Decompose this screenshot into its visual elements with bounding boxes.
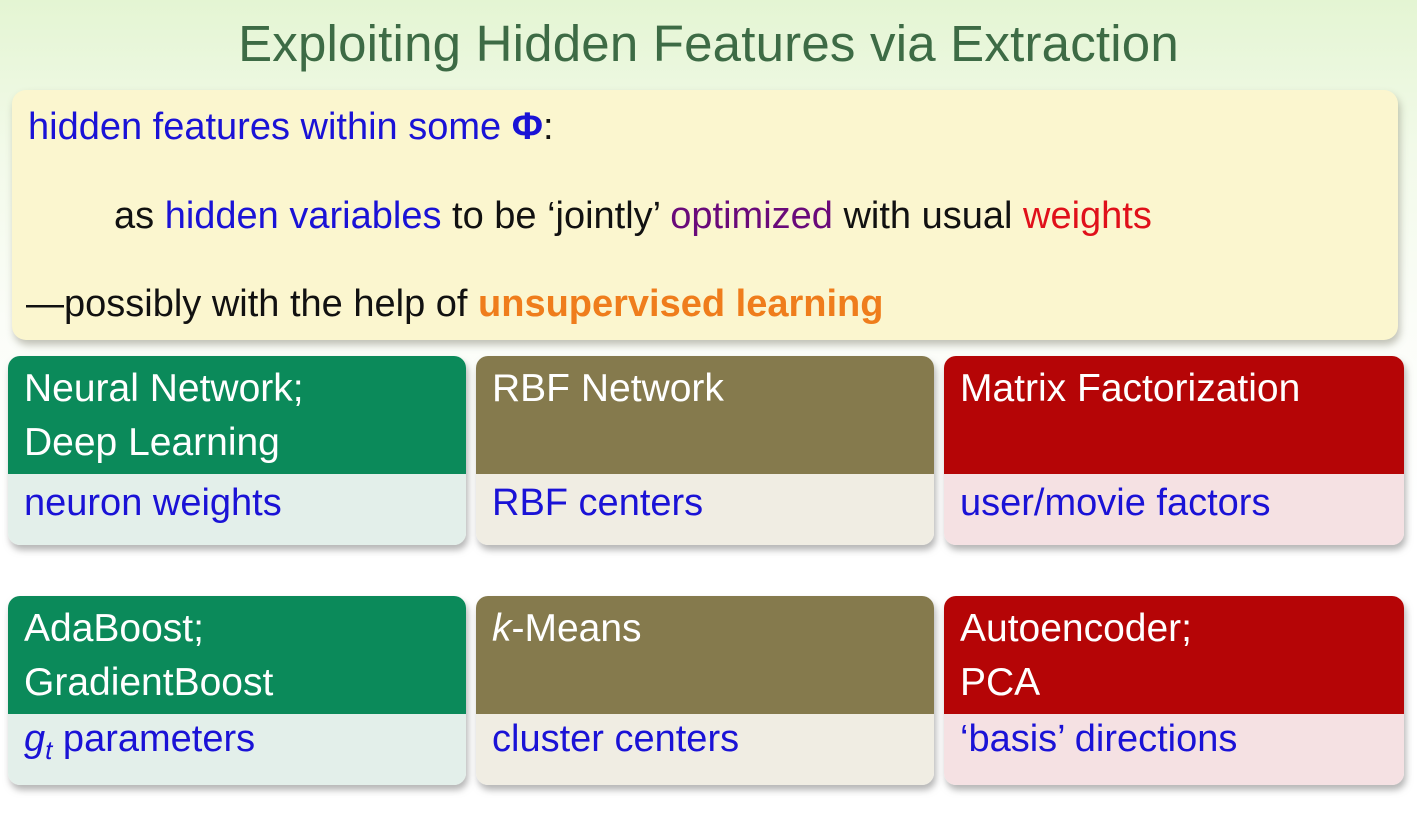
card-rbf-network-feature: RBF centers	[476, 474, 934, 545]
card-matrix-factorization: Matrix Factorization user/movie factors	[944, 356, 1404, 545]
k-symbol: k	[492, 607, 512, 650]
note-weights-text: weights	[1023, 195, 1152, 237]
note-line-hidden-features: hidden features within some Φ:	[28, 106, 554, 149]
card-neural-network-feature: neuron weights	[8, 474, 466, 545]
phi-symbol: Φ	[511, 106, 543, 148]
card-adaboost-title-line2: GradientBoost	[24, 661, 274, 704]
card-k-means-title-text: -Means	[511, 607, 642, 650]
note-hidden-features-text: hidden features within some	[28, 106, 512, 148]
card-neural-network: Neural Network; Deep Learning neuron wei…	[8, 356, 466, 545]
card-k-means-title: k-Means	[476, 596, 934, 714]
note-with-usual-text: with usual	[832, 195, 1024, 237]
card-matrix-factorization-title-line1: Matrix Factorization	[960, 367, 1301, 410]
note-hidden-variables-text: hidden variables	[164, 195, 442, 237]
note-optimized-text: optimized	[670, 195, 833, 237]
hidden-features-note: hidden features within some Φ: as hidden…	[12, 90, 1398, 340]
note-line-hidden-variables: as hidden variables to be ‘jointly’ opti…	[114, 195, 1152, 238]
card-adaboost-feature-text: parameters	[52, 718, 256, 760]
card-adaboost: AdaBoost; GradientBoost gt parameters	[8, 596, 466, 785]
slide-title: Exploiting Hidden Features via Extractio…	[238, 15, 1179, 72]
card-adaboost-feature: gt parameters	[8, 714, 466, 785]
card-rbf-network: RBF Network RBF centers	[476, 356, 934, 545]
card-neural-network-title: Neural Network; Deep Learning	[8, 356, 466, 474]
note-to-be-jointly-text: to be ‘jointly’	[441, 195, 671, 237]
card-autoencoder-feature: ‘basis’ directions	[944, 714, 1404, 785]
note-possibly-text: —possibly with the help of	[26, 283, 479, 325]
card-autoencoder: Autoencoder; PCA ‘basis’ directions	[944, 596, 1404, 785]
g-symbol: g	[24, 718, 46, 760]
card-autoencoder-title: Autoencoder; PCA	[944, 596, 1404, 714]
card-autoencoder-title-line2: PCA	[960, 661, 1041, 704]
note-line-unsupervised: —possibly with the help of unsupervised …	[26, 283, 883, 326]
card-rbf-network-title-line1: RBF Network	[492, 367, 724, 410]
card-neural-network-title-line2: Deep Learning	[24, 421, 280, 464]
card-k-means-title-line1: k-Means	[492, 602, 934, 656]
card-adaboost-title: AdaBoost; GradientBoost	[8, 596, 466, 714]
card-k-means: k-Means cluster centers	[476, 596, 934, 785]
card-matrix-factorization-feature: user/movie factors	[944, 474, 1404, 545]
card-adaboost-title-line1: AdaBoost;	[24, 607, 204, 650]
card-matrix-factorization-title: Matrix Factorization	[944, 356, 1404, 474]
card-k-means-feature: cluster centers	[476, 714, 934, 785]
note-colon: :	[542, 106, 554, 148]
note-as-text: as	[114, 195, 165, 237]
card-autoencoder-title-line1: Autoencoder;	[960, 607, 1193, 650]
note-unsupervised-learning-text: unsupervised learning	[478, 283, 884, 325]
card-neural-network-title-line1: Neural Network;	[24, 367, 304, 410]
card-rbf-network-title: RBF Network	[476, 356, 934, 474]
